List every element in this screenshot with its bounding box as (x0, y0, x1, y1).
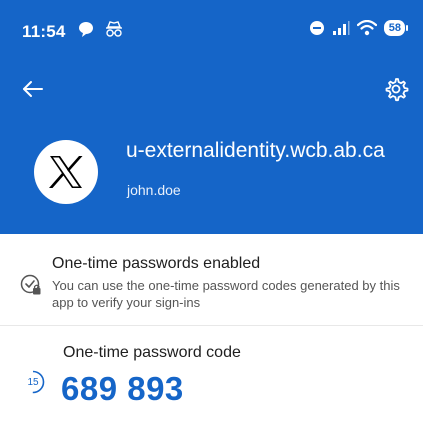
otp-code-value[interactable]: 689 893 (61, 370, 184, 408)
account-avatar (34, 140, 98, 204)
arrow-left-icon (23, 81, 43, 97)
account-title: u-externalidentity.wcb.ab.ca (126, 139, 385, 162)
do-not-disturb-icon (309, 21, 324, 35)
settings-button[interactable] (383, 76, 409, 102)
status-right-icons: 58 (309, 20, 409, 36)
otp-enabled-title: One-time passwords enabled (52, 255, 261, 272)
otp-code-label: One-time password code (63, 344, 241, 361)
account-header: 11:54 58 u-externalidentity.wcb.ab.ca jo… (0, 0, 423, 234)
signal-icon (332, 21, 350, 35)
chat-bubble-icon (79, 22, 93, 37)
gear-icon (385, 78, 409, 102)
x-logo-icon (49, 156, 83, 188)
otp-countdown-timer: 15 (20, 369, 46, 395)
otp-timer-seconds: 15 (27, 376, 39, 388)
account-username: john.doe (127, 182, 181, 198)
otp-enabled-description: You can use the one-time password codes … (52, 278, 400, 310)
check-lock-icon (20, 274, 41, 295)
wifi-icon (356, 20, 377, 36)
back-button[interactable] (20, 76, 46, 102)
incognito-icon (106, 21, 122, 37)
status-left-icons (78, 20, 124, 38)
status-bar: 11:54 58 (0, 0, 423, 60)
battery-indicator: 58 (383, 20, 409, 36)
status-time: 11:54 (22, 22, 66, 41)
